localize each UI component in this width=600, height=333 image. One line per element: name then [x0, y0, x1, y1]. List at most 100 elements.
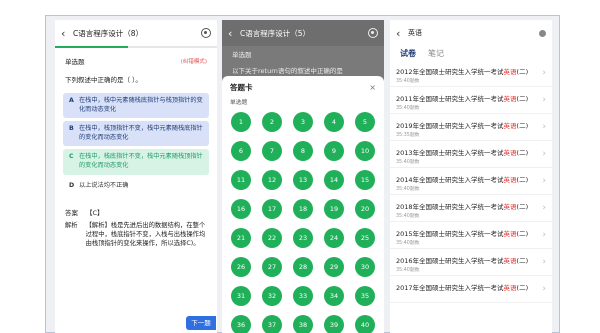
exam-list-item[interactable]: 2012年全国硕士研究生入学统一考试英语(二) 35:40题数 ›	[390, 60, 552, 87]
question-number-button[interactable]: 30	[355, 257, 375, 277]
question-number-button[interactable]: 39	[324, 315, 344, 333]
exam-title-subject: 英语	[503, 230, 517, 238]
exam-title-suffix: (二)	[516, 284, 529, 292]
question-number-button[interactable]: 24	[324, 228, 344, 248]
option-a[interactable]: A 在栈中，栈中元素随栈底指针与栈顶指针的变化而动态变化	[63, 93, 209, 119]
exam-title-suffix: (二)	[516, 95, 529, 103]
question-number-button[interactable]: 32	[262, 286, 282, 306]
exam-title: 2017年全国硕士研究生入学统一考试英语(二)	[396, 282, 528, 292]
question-number-button[interactable]: 5	[355, 112, 375, 132]
question-number-button[interactable]: 13	[293, 170, 313, 190]
gear-icon[interactable]	[201, 28, 211, 38]
question-number-button[interactable]: 29	[324, 257, 344, 277]
question-number-button[interactable]: 12	[262, 170, 282, 190]
question-number-button[interactable]: 10	[355, 141, 375, 161]
question-number-button[interactable]: 23	[293, 228, 313, 248]
question-number-button[interactable]: 17	[262, 199, 282, 219]
question-number-button[interactable]: 36	[231, 315, 251, 333]
back-arrow-icon[interactable]: ‹	[228, 27, 240, 40]
exam-list-item[interactable]: 2016年全国硕士研究生入学统一考试英语(二) 35:40题数 ›	[390, 249, 552, 276]
question-number-button[interactable]: 21	[231, 228, 251, 248]
exam-list-item[interactable]: 2014年全国硕士研究生入学统一考试英语(二) 35:40题数 ›	[390, 168, 552, 195]
exam-list-item[interactable]: 2018年全国硕士研究生入学统一考试英语(二) 35:40题数 ›	[390, 195, 552, 222]
question-number-button[interactable]: 35	[355, 286, 375, 306]
question-number-button[interactable]: 14	[324, 170, 344, 190]
progress-bar	[55, 46, 217, 48]
option-d[interactable]: D 以上说法均不正确	[63, 178, 209, 195]
question-number-button[interactable]: 16	[231, 199, 251, 219]
exam-title-prefix: 2015年全国硕士研究生入学统一考试	[396, 230, 504, 238]
question-number-button[interactable]: 15	[355, 170, 375, 190]
exam-title-subject: 英语	[503, 95, 517, 103]
question-number-button[interactable]: 1	[231, 112, 251, 132]
chevron-right-icon: ›	[542, 95, 546, 105]
question-number-button[interactable]: 20	[355, 199, 375, 219]
question-number-button[interactable]: 2	[262, 112, 282, 132]
number-grid: 1 2 3 4 5 6 7 8 9 10 11 12 13 14 15 16 17 18 19 20 21 22 23 24 2…	[222, 112, 384, 333]
exam-list-item[interactable]: 2011年全国硕士研究生入学统一考试英语(二) 35:40题数 ›	[390, 87, 552, 114]
question-number-button[interactable]: 25	[355, 228, 375, 248]
question-number-button[interactable]: 31	[231, 286, 251, 306]
question-number-button[interactable]: 22	[262, 228, 282, 248]
question-number-button[interactable]: 9	[324, 141, 344, 161]
answer-label: 答案	[65, 209, 78, 218]
question-number-button[interactable]: 26	[231, 257, 251, 277]
question-number-button[interactable]: 7	[262, 141, 282, 161]
question-number-button[interactable]: 40	[355, 315, 375, 333]
question-type: 单选题	[232, 51, 252, 59]
sheet-header: 答题卡 ×	[222, 76, 384, 95]
exam-list-item[interactable]: 2019年全国硕士研究生入学统一考试英语(二) 35:35题数 ›	[390, 114, 552, 141]
question-number-button[interactable]: 28	[293, 257, 313, 277]
exam-title-subject: 英语	[503, 203, 517, 211]
option-letter: D	[69, 181, 75, 189]
exam-title-prefix: 2011年全国硕士研究生入学统一考试	[396, 95, 504, 103]
tab-papers[interactable]: 试卷	[400, 48, 416, 59]
question-number-button[interactable]: 18	[293, 199, 313, 219]
gear-icon[interactable]	[368, 28, 378, 38]
top-bar: ‹ 英语	[390, 20, 552, 46]
question-number-button[interactable]: 34	[324, 286, 344, 306]
question-number-button[interactable]: 4	[324, 112, 344, 132]
chevron-right-icon: ›	[542, 230, 546, 240]
question-number-button[interactable]: 3	[293, 112, 313, 132]
exam-title-prefix: 2013年全国硕士研究生入学统一考试	[396, 149, 504, 157]
close-icon[interactable]: ×	[369, 83, 376, 92]
explanation-text: 【解析】栈是先进后出的数据结构，在整个过程中，栈底指针不变，入栈与出栈操作均由栈…	[85, 222, 206, 248]
question-number-button[interactable]: 38	[293, 315, 313, 333]
more-icon[interactable]	[539, 29, 546, 37]
exam-list-item[interactable]: 2015年全国硕士研究生入学统一考试英语(二) 35:40题数 ›	[390, 222, 552, 249]
tab-notes[interactable]: 笔记	[428, 48, 444, 59]
question-number-button[interactable]: 6	[231, 141, 251, 161]
progress-fill	[55, 46, 128, 48]
chevron-right-icon: ›	[542, 122, 546, 132]
question-number-button[interactable]: 11	[231, 170, 251, 190]
exam-title-subject: 英语	[503, 284, 517, 292]
error-mode-label[interactable]: (纠错模式)	[181, 57, 207, 65]
question-number-button[interactable]: 19	[324, 199, 344, 219]
exam-list-item[interactable]: 2013年全国硕士研究生入学统一考试英语(二) 35:40题数 ›	[390, 141, 552, 168]
exam-title-suffix: (二)	[516, 203, 529, 211]
question-number-button[interactable]: 37	[262, 315, 282, 333]
sheet-section-label: 单选题	[230, 100, 248, 106]
exam-meta: 35:40题数	[396, 187, 420, 192]
exam-meta: 35:40题数	[396, 214, 420, 219]
exam-title-suffix: (二)	[516, 122, 529, 130]
exam-title-prefix: 2012年全国硕士研究生入学统一考试	[396, 68, 504, 76]
exam-title: 2011年全国硕士研究生入学统一考试英语(二)	[396, 93, 528, 103]
question-number-button[interactable]: 33	[293, 286, 313, 306]
back-arrow-icon[interactable]: ‹	[61, 27, 73, 40]
question-number-button[interactable]: 8	[293, 141, 313, 161]
exam-meta: 35:35题数	[396, 133, 420, 138]
answer-value: 【C】	[86, 209, 104, 218]
exam-list-item[interactable]: 2017年全国硕士研究生入学统一考试英语(二) ›	[390, 276, 552, 303]
explanation-row: 解析 【解析】栈是先进后出的数据结构，在整个过程中，栈底指针不变，入栈与出栈操作…	[55, 221, 217, 248]
next-question-button[interactable]: 下一题	[186, 316, 216, 330]
chevron-right-icon: ›	[542, 284, 546, 294]
option-b[interactable]: B 在栈中，栈顶指针不变，栈中元素随栈底指针的变化而动态变化	[63, 121, 209, 147]
question-number-button[interactable]: 27	[262, 257, 282, 277]
back-arrow-icon[interactable]: ‹	[396, 27, 408, 40]
exam-title: 2018年全国硕士研究生入学统一考试英语(二)	[396, 201, 528, 211]
question-type: 单选题	[65, 58, 85, 66]
exam-meta: 35:40题数	[396, 160, 420, 165]
option-c[interactable]: C 在栈中，栈底指针不变，栈中元素随栈顶指针的变化而动态变化	[63, 149, 209, 175]
